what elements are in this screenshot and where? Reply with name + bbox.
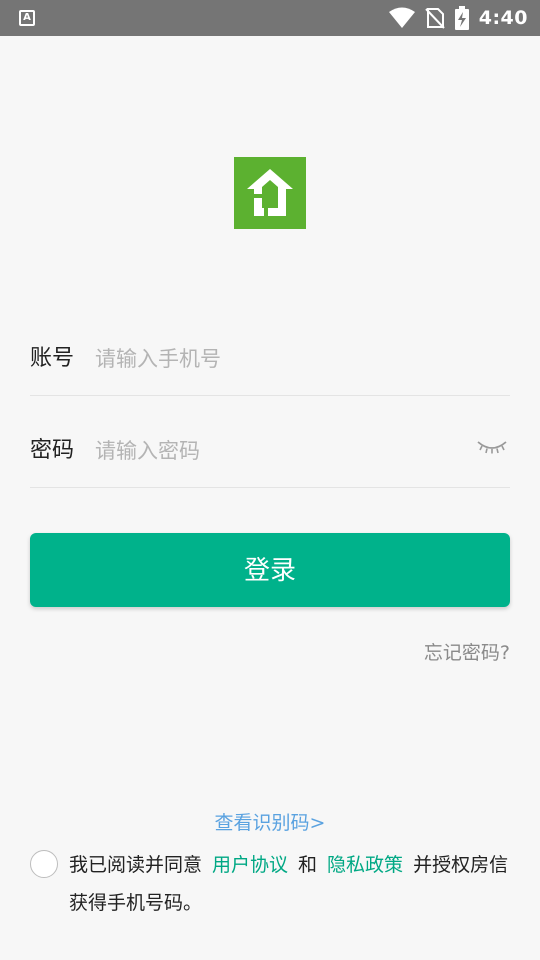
password-label: 密码	[30, 438, 75, 463]
house-logo-icon	[247, 169, 293, 216]
agreement-prefix: 我已阅读并同意	[69, 854, 203, 876]
no-sim-icon	[425, 8, 445, 29]
phone-input[interactable]	[95, 342, 455, 376]
user-agreement-link[interactable]: 用户协议	[212, 854, 288, 876]
app-logo	[234, 157, 306, 229]
clock: 4:40	[478, 7, 528, 29]
app-notification-icon: A	[19, 10, 35, 26]
eye-closed-icon[interactable]	[476, 434, 508, 458]
forgot-password-link[interactable]: 忘记密码?	[424, 638, 510, 665]
agreement-checkbox[interactable]	[30, 850, 58, 878]
account-row: 账号	[30, 306, 510, 396]
password-input[interactable]	[95, 434, 455, 468]
agreement-text: 我已阅读并同意 用户协议和隐私政策 并授权房信获得手机号码。	[69, 846, 509, 922]
battery-charging-icon	[454, 6, 469, 30]
agreement-and: 和	[298, 854, 318, 876]
status-bar: A 4:40	[0, 0, 540, 36]
view-code-link[interactable]: 查看识别码>	[0, 808, 540, 835]
status-bar-right: 4:40	[388, 0, 528, 36]
password-row: 密码	[30, 398, 510, 488]
login-button[interactable]: 登录	[30, 533, 510, 607]
privacy-policy-link[interactable]: 隐私政策	[327, 854, 403, 876]
wifi-icon	[388, 7, 415, 28]
account-label: 账号	[30, 346, 75, 371]
